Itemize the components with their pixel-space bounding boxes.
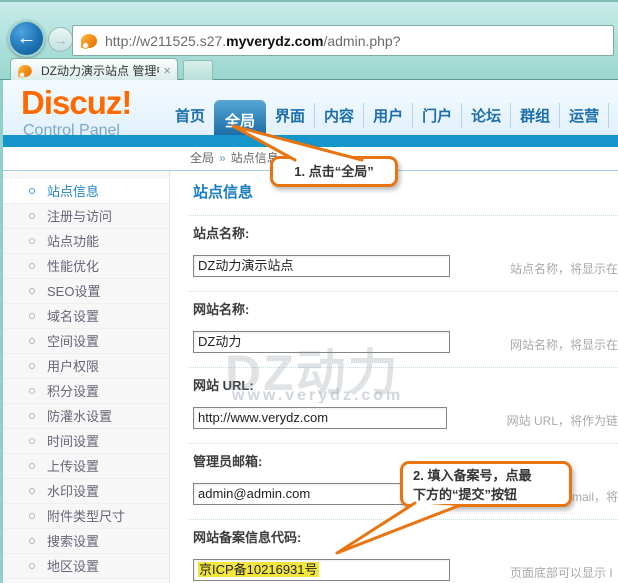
sidebar-item-domain[interactable]: 域名设置 [3,304,169,329]
field-group: 站点名称: DZ动力演示站点 站点名称，将显示在 [173,215,618,279]
sidebar-item-user-permission[interactable]: 用户权限 [3,354,169,379]
nav-tab-portal[interactable]: 门户 [412,103,461,128]
sidebar-item-watermark[interactable]: 水印设置 [3,479,169,504]
nav-tab-global[interactable]: 全局 [214,100,266,135]
settings-sidebar: 站点信息 注册与访问 站点功能 性能优化 SEO设置 域名设置 空间设置 用户权… [3,171,170,583]
forward-button[interactable]: → [48,27,73,52]
bullet-icon [29,288,35,294]
field-hint: 页面底部可以显示 I 在页面底部，如果没 [510,559,618,583]
callout-step1: 1. 点击“全局” [270,156,398,187]
nav-tab-group[interactable]: 群组 [510,103,559,128]
nav-tab-operation[interactable]: 运营 [559,103,608,128]
field-label: 站点名称: [193,225,618,243]
sidebar-item-seo[interactable]: SEO设置 [3,279,169,304]
nav-underline-bar [3,135,618,147]
top-nav: 首页 全局 界面 内容 用户 门户 论坛 群组 运营 插件 工具 云平台 [166,80,618,135]
sidebar-item-performance[interactable]: 性能优化 [3,254,169,279]
bullet-icon [29,363,35,369]
website-name-input[interactable]: DZ动力 [193,331,450,353]
field-label: 网站备案信息代码: [193,529,618,547]
bullet-icon [29,438,35,444]
site-name-input[interactable]: DZ动力演示站点 [193,255,450,277]
tab-close-icon[interactable]: × [163,64,171,77]
bullet-icon [29,463,35,469]
sidebar-item-region[interactable]: 地区设置 [3,554,169,579]
field-hint: 站点名称，将显示在 [510,255,618,279]
divider [189,443,618,444]
bullet-icon [29,338,35,344]
page-title: 站点信息 [193,183,618,203]
bullet-icon [29,488,35,494]
field-hint: 网站名称，将显示在 [510,331,618,355]
main-content: 站点信息 站点名称: DZ动力演示站点 站点名称，将显示在 网站名称: DZ动力… [173,171,618,583]
sidebar-item-antispam[interactable]: 防灌水设置 [3,404,169,429]
browser-tab[interactable]: DZ动力演示站点 管理中心 ... × [10,58,178,82]
forward-icon: → [54,32,68,48]
discuz-logo: Discuz! Control Panel [21,86,131,140]
bullet-icon [29,388,35,394]
field-group: 网站备案信息代码: 京ICP备10216931号 页面底部可以显示 I 在页面底… [173,519,618,583]
website-url-input[interactable]: http://www.verydz.com [193,407,447,429]
divider [189,367,618,368]
bullet-icon [29,213,35,219]
field-hint: 网站 URL，将作为链 [507,407,618,431]
breadcrumb-section[interactable]: 全局 [190,151,214,165]
sidebar-item-register-access[interactable]: 注册与访问 [3,204,169,229]
nav-tab-home[interactable]: 首页 [166,103,214,128]
sidebar-item-space[interactable]: 空间设置 [3,329,169,354]
back-button[interactable]: ← [8,20,45,57]
field-group: 网站名称: DZ动力 网站名称，将显示在 [173,291,618,355]
nav-tab-plugins[interactable]: 插件 [608,103,618,128]
tab-favicon-icon [18,65,32,77]
bullet-icon [29,563,35,569]
breadcrumb-separator: » [219,151,226,165]
bullet-icon [29,188,35,194]
field-label: 网站名称: [193,301,618,319]
bullet-icon [29,238,35,244]
back-icon: ← [17,27,37,50]
address-bar[interactable]: http://w211525.s27.myverydz.com/admin.ph… [72,25,614,56]
logo-text: Discuz! [21,86,131,120]
icp-code-input[interactable]: 京ICP备10216931号 [193,559,450,581]
site-favicon-icon [81,34,97,48]
field-group: 网站 URL: http://www.verydz.com 网站 URL，将作为… [173,367,618,431]
divider [189,519,618,520]
new-tab-button[interactable] [183,60,213,82]
browser-window: ← → http://w211525.s27.myverydz.com/admi… [0,0,618,583]
sidebar-item-search[interactable]: 搜索设置 [3,529,169,554]
nav-tab-forum[interactable]: 论坛 [461,103,510,128]
callout-step2: 2. 填入备案号，点最 下方的“提交”按钮 [400,461,572,507]
bullet-icon [29,538,35,544]
bullet-icon [29,263,35,269]
nav-tab-interface[interactable]: 界面 [266,103,314,128]
sidebar-item-time[interactable]: 时间设置 [3,429,169,454]
field-label: 网站 URL: [193,377,618,395]
sidebar-item-credits[interactable]: 积分设置 [3,379,169,404]
divider [189,291,618,292]
bullet-icon [29,413,35,419]
highlighted-value: 京ICP备10216931号 [198,562,319,577]
nav-tab-content[interactable]: 内容 [314,103,363,128]
tab-title: DZ动力演示站点 管理中心 ... [41,62,159,79]
divider [189,215,618,216]
admin-email-input[interactable]: admin@admin.com [193,483,431,505]
bullet-icon [29,513,35,519]
sidebar-item-attachment-type[interactable]: 附件类型尺寸 [3,504,169,529]
nav-tab-users[interactable]: 用户 [363,103,412,128]
sidebar-item-site-features[interactable]: 站点功能 [3,229,169,254]
browser-chrome: ← → http://w211525.s27.myverydz.com/admi… [0,0,618,80]
url-text: http://w211525.s27.myverydz.com/admin.ph… [105,33,401,49]
sidebar-item-site-info[interactable]: 站点信息 [3,179,169,204]
sidebar-item-upload[interactable]: 上传设置 [3,454,169,479]
page-header: Discuz! Control Panel 首页 全局 界面 内容 用户 门户 … [3,80,618,147]
bullet-icon [29,313,35,319]
